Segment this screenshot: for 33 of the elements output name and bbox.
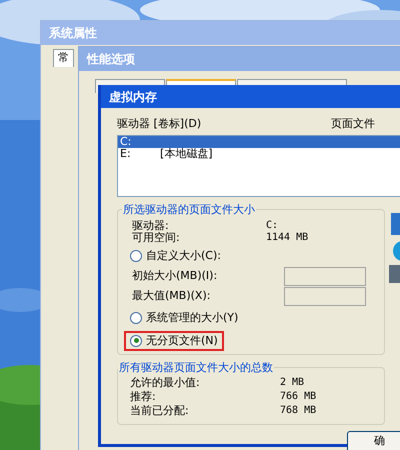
- dialog-title: 虚拟内存: [109, 88, 157, 106]
- ok-button[interactable]: 确: [347, 430, 400, 450]
- radio-button[interactable]: [130, 312, 142, 324]
- total-value: 2 MB: [280, 376, 304, 390]
- total-label: 推荐:: [130, 390, 157, 404]
- logo-fragment-icon: [389, 213, 400, 283]
- total-value: 768 MB: [280, 404, 316, 418]
- radio-label: 自定义大小(C):: [146, 248, 221, 264]
- column-header: 驱动器 [卷标](D): [117, 116, 202, 132]
- drive-row[interactable]: E: [本地磁盘]: [118, 148, 400, 160]
- total-label: 当前已分配:: [130, 404, 190, 418]
- radio-label: 无分页文件(N): [146, 332, 218, 348]
- info-label: 可用空间:: [132, 232, 181, 244]
- drive-label: [本地磁盘]: [160, 148, 213, 160]
- total-label: 允许的最小值:: [130, 376, 201, 390]
- tab[interactable]: 常: [53, 49, 74, 66]
- drive-letter: C:: [120, 136, 132, 148]
- info-label: 驱动器:: [132, 220, 170, 232]
- radio-button[interactable]: [130, 250, 142, 262]
- column-header: 页面文件: [331, 116, 375, 132]
- total-value: 766 MB: [280, 390, 316, 404]
- info-value: 1144 MB: [266, 232, 308, 244]
- field-label: 最大值(MB)(X):: [132, 288, 212, 304]
- field-label: 初始大小(MB)(I):: [132, 268, 218, 284]
- group-heading: 所选驱动器的页面文件大小: [122, 202, 256, 218]
- window-title: 性能选项: [87, 51, 135, 68]
- window-title: 系统属性: [49, 25, 97, 42]
- drive-row[interactable]: C:: [118, 136, 400, 148]
- radio-label: 系统管理的大小(Y): [146, 310, 238, 326]
- group-heading: 所有驱动器页面文件大小的总数: [118, 360, 274, 376]
- radio-button[interactable]: [130, 334, 142, 347]
- drive-letter: E:: [120, 148, 132, 160]
- info-value: C:: [266, 220, 278, 232]
